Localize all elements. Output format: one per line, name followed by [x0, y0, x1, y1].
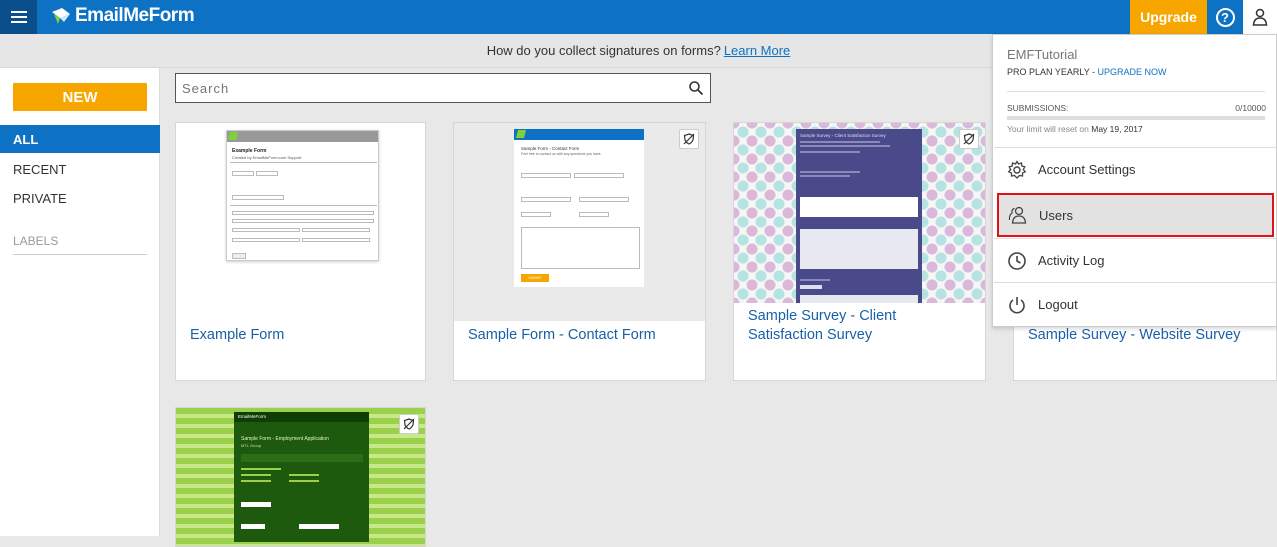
sidebar-item-recent[interactable]: RECENT [0, 155, 160, 183]
preview-brand: EmailMeForm [238, 414, 267, 419]
form-title[interactable]: Example Form [190, 326, 415, 345]
search-input[interactable] [176, 74, 666, 102]
gear-icon [1007, 160, 1027, 179]
submissions-value: 0/10000 [1235, 103, 1266, 113]
logout-label: Logout [1038, 297, 1078, 312]
account-dropdown: EMFTutorial PRO PLAN YEARLY - UPGRADE NO… [992, 34, 1277, 327]
preview-submit: SUBMIT [521, 274, 549, 282]
form-title[interactable]: Sample Form - Contact Form [468, 326, 695, 345]
power-icon [1009, 297, 1025, 314]
reset-label: Your limit will reset on [1007, 124, 1092, 134]
account-settings-label: Account Settings [1038, 162, 1136, 177]
account-username: EMFTutorial [1007, 47, 1078, 62]
top-bar: EmailMeForm Upgrade ? [0, 0, 1277, 34]
form-card[interactable]: Sample Survey - Client Satisfaction Surv… [733, 122, 986, 381]
upgrade-button[interactable]: Upgrade [1130, 0, 1207, 34]
preview-subtitle: Feel free to contact us with any questio… [521, 152, 602, 156]
notice-text: How do you collect signatures on forms? [486, 43, 721, 58]
sidebar-item-private[interactable]: PRIVATE [0, 184, 160, 212]
form-card[interactable]: EmailMeForm Sample Form - Employment App… [175, 407, 426, 547]
preview-title: Example Form [232, 148, 267, 154]
sidebar: NEW ALL RECENT PRIVATE LABELS [0, 68, 160, 536]
hamburger-menu-button[interactable] [0, 0, 37, 34]
account-plan: PRO PLAN YEARLY - UPGRADE NOW [1007, 67, 1167, 77]
users-icon [1008, 206, 1027, 224]
form-preview: EmailMeForm Sample Form - Employment App… [234, 412, 369, 542]
user-menu-button[interactable] [1243, 0, 1277, 34]
search-box [175, 73, 711, 103]
upgrade-now-link[interactable]: UPGRADE NOW [1098, 67, 1167, 77]
app-logo[interactable]: EmailMeForm [50, 5, 195, 27]
new-form-button[interactable]: NEW [13, 83, 147, 111]
form-thumbnail: EmailMeForm Sample Form - Employment App… [176, 408, 425, 546]
form-title[interactable]: Sample Survey - Website Survey [1028, 326, 1266, 345]
shield-icon [959, 129, 979, 149]
preview-subtitle: MTL Group [241, 443, 262, 448]
logo-icon [52, 8, 70, 24]
form-card[interactable]: Sample Form - Contact Form Feel free to … [453, 122, 706, 381]
user-icon [1252, 8, 1268, 26]
labels-heading: LABELS [13, 234, 59, 248]
labels-divider [13, 254, 147, 255]
search-icon[interactable] [688, 80, 704, 96]
clock-icon [1008, 252, 1026, 270]
learn-more-link[interactable]: Learn More [724, 43, 790, 58]
form-thumbnail: Sample Form - Contact Form Feel free to … [454, 123, 705, 321]
form-card[interactable]: Example Form Created by EmailMeForm.com … [175, 122, 426, 381]
preview-title: Sample Survey - Client Satisfaction Surv… [800, 133, 886, 138]
app-name: EmailMeForm [75, 5, 195, 26]
logout-item[interactable]: Logout [994, 282, 1276, 326]
submissions-progress-bar [1007, 116, 1265, 120]
reset-date: May 19, 2017 [1091, 124, 1143, 134]
form-thumbnail: Example Form Created by EmailMeForm.com … [176, 123, 425, 301]
form-preview: Example Form Created by EmailMeForm.com … [226, 130, 379, 261]
shield-icon [679, 129, 699, 149]
form-thumbnail: Sample Survey - Client Satisfaction Surv… [734, 123, 985, 303]
preview-subtitle: Created by EmailMeForm.com Support [232, 155, 302, 160]
help-button[interactable]: ? [1207, 0, 1243, 34]
help-icon: ? [1215, 7, 1235, 27]
sidebar-item-all[interactable]: ALL [0, 125, 160, 153]
preview-title: Sample Form - Employment Application [241, 436, 329, 442]
activity-log-label: Activity Log [1038, 253, 1105, 268]
form-title[interactable]: Sample Survey - Client Satisfaction Surv… [748, 307, 975, 345]
submissions-label: SUBMISSIONS: [1007, 103, 1069, 113]
account-settings-item[interactable]: Account Settings [994, 147, 1276, 191]
limit-reset-text: Your limit will reset on May 19, 2017 [1007, 124, 1143, 134]
users-item[interactable]: Users [997, 193, 1274, 237]
plan-label: PRO PLAN YEARLY - [1007, 67, 1098, 77]
hamburger-icon [10, 11, 27, 23]
activity-log-item[interactable]: Activity Log [994, 238, 1276, 282]
form-preview: Sample Form - Contact Form Feel free to … [514, 129, 644, 287]
shield-icon [399, 414, 419, 434]
users-label: Users [1039, 207, 1073, 223]
form-preview: Sample Survey - Client Satisfaction Surv… [796, 129, 922, 303]
preview-title: Sample Form - Contact Form [521, 146, 580, 151]
